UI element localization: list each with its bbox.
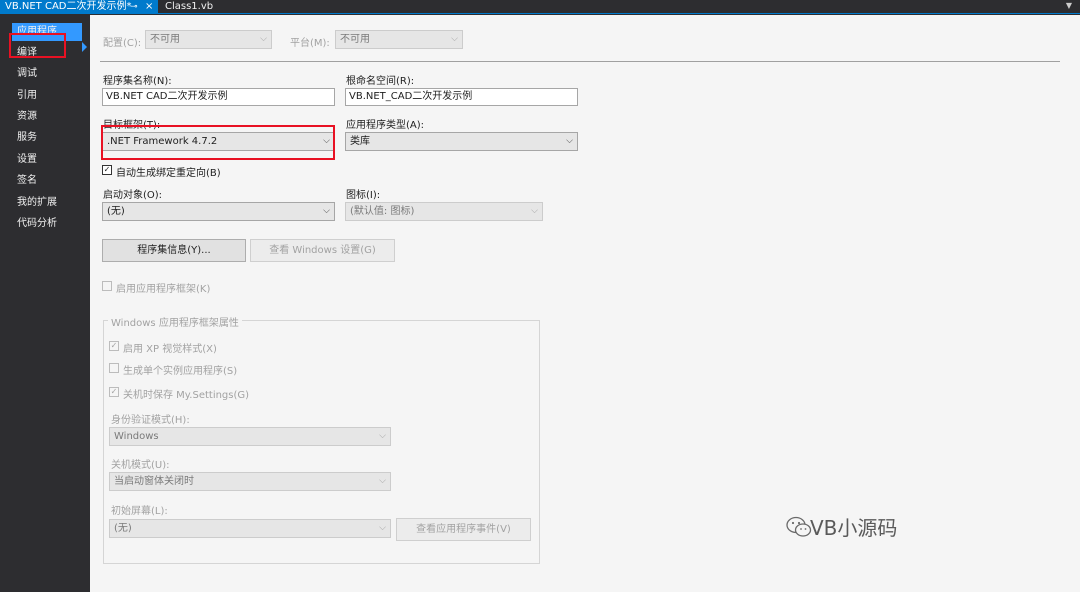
single-instance-checkbox — [109, 363, 119, 373]
startup-object-label: 启动对象(O): — [103, 190, 163, 201]
xp-styles-checkbox: ✓ — [109, 341, 119, 351]
chevron-down-icon: ⌵ — [260, 34, 267, 44]
platform-label: 平台(M): — [290, 38, 330, 49]
tab-dropdown-icon[interactable]: ▼ — [1066, 1, 1072, 10]
highlight-box-target-framework — [101, 125, 335, 160]
platform-select-value: 不可用 — [340, 34, 370, 45]
app-type-select[interactable]: 类库 ⌵ — [345, 132, 578, 151]
property-page-sidebar: 应用程序 编译 调试 引用 资源 服务 设置 签名 我的扩展 代码分析 — [0, 15, 90, 592]
tab-class1-label: Class1.vb — [165, 1, 214, 12]
sidebar-item-my-extensions[interactable]: 我的扩展 — [12, 194, 82, 212]
sidebar-item-references[interactable]: 引用 — [12, 87, 82, 105]
startup-object-value: (无) — [107, 206, 125, 217]
auth-mode-value: Windows — [114, 431, 159, 442]
shutdown-mode-value: 当启动窗体关闭时 — [114, 476, 194, 487]
view-app-events-button: 查看应用程序事件(V) — [396, 518, 531, 541]
chevron-down-icon: ⌵ — [379, 476, 386, 486]
save-settings-checkbox: ✓ — [109, 387, 119, 397]
single-instance-label: 生成单个实例应用程序(S) — [123, 366, 238, 377]
sidebar-item-label: 我的扩展 — [17, 197, 57, 208]
sidebar-item-code-analysis[interactable]: 代码分析 — [12, 215, 82, 233]
splash-screen-select: (无) ⌵ — [109, 519, 391, 538]
auth-mode-select: Windows ⌵ — [109, 427, 391, 446]
sidebar-item-label: 调试 — [17, 68, 37, 79]
sidebar-item-label: 服务 — [17, 132, 37, 143]
view-windows-settings-button: 查看 Windows 设置(G) — [250, 239, 395, 262]
config-select-value: 不可用 — [150, 34, 180, 45]
auth-mode-label: 身份验证模式(H): — [111, 415, 190, 426]
root-namespace-input[interactable]: VB.NET_CAD二次开发示例 — [345, 88, 578, 106]
icon-label: 图标(I): — [346, 190, 381, 201]
sidebar-item-debug[interactable]: 调试 — [12, 65, 82, 83]
divider — [100, 61, 1060, 62]
chevron-down-icon: ⌵ — [531, 206, 538, 216]
close-icon[interactable]: × — [145, 0, 153, 14]
sidebar-item-resources[interactable]: 资源 — [12, 108, 82, 126]
sidebar-item-label: 引用 — [17, 90, 37, 101]
tab-project-properties-label: VB.NET CAD二次开发示例* — [5, 1, 132, 12]
icon-select-value: (默认值: 图标) — [350, 206, 415, 217]
splash-screen-label: 初始屏幕(L): — [111, 506, 168, 517]
tab-class1[interactable]: Class1.vb — [160, 0, 213, 14]
shutdown-mode-label: 关机模式(U): — [111, 460, 170, 471]
config-select: 不可用 ⌵ — [145, 30, 272, 49]
save-settings-label: 关机时保存 My.Settings(G) — [123, 390, 250, 401]
assembly-name-label: 程序集名称(N): — [103, 76, 172, 87]
assembly-info-button[interactable]: 程序集信息(Y)... — [102, 239, 246, 262]
xp-styles-label: 启用 XP 视觉样式(X) — [123, 344, 217, 355]
app-type-label: 应用程序类型(A): — [346, 120, 425, 131]
chevron-down-icon: ⌵ — [379, 431, 386, 441]
icon-select: (默认值: 图标) ⌵ — [345, 202, 543, 221]
sidebar-item-label: 设置 — [17, 154, 37, 165]
platform-select: 不可用 ⌵ — [335, 30, 463, 49]
document-tab-bar: VB.NET CAD二次开发示例* ⊸ × Class1.vb ▼ — [0, 0, 1080, 14]
sidebar-item-services[interactable]: 服务 — [12, 129, 82, 147]
root-namespace-label: 根命名空间(R): — [346, 76, 415, 87]
auto-redirect-checkbox[interactable]: ✓ — [102, 165, 112, 175]
chevron-down-icon: ⌵ — [379, 523, 386, 533]
sidebar-item-settings[interactable]: 设置 — [12, 151, 82, 169]
groupbox-title: Windows 应用程序框架属性 — [108, 314, 242, 329]
pin-icon[interactable]: ⊸ — [130, 0, 138, 14]
startup-object-select[interactable]: (无) ⌵ — [102, 202, 335, 221]
sidebar-item-label: 资源 — [17, 111, 37, 122]
chevron-down-icon: ⌵ — [451, 34, 458, 44]
tab-project-properties[interactable]: VB.NET CAD二次开发示例* ⊸ × — [0, 0, 158, 14]
app-type-value: 类库 — [350, 136, 370, 147]
sidebar-item-label: 签名 — [17, 175, 37, 186]
enable-app-framework-checkbox — [102, 281, 112, 291]
auto-redirect-label: 自动生成绑定重定向(B) — [116, 168, 221, 179]
sidebar-item-signing[interactable]: 签名 — [12, 172, 82, 190]
watermark-text: VB小源码 — [810, 516, 898, 540]
chevron-down-icon: ⌵ — [323, 206, 330, 216]
shutdown-mode-select: 当启动窗体关闭时 ⌵ — [109, 472, 391, 491]
config-label: 配置(C): — [103, 38, 142, 49]
assembly-name-input[interactable]: VB.NET CAD二次开发示例 — [102, 88, 335, 106]
enable-app-framework-label: 启用应用程序框架(K) — [116, 284, 211, 295]
sidebar-item-label: 代码分析 — [17, 218, 57, 229]
chevron-down-icon: ⌵ — [566, 136, 573, 146]
application-properties-panel: 配置(C): 不可用 ⌵ 平台(M): 不可用 ⌵ 程序集名称(N): VB.NET… — [90, 15, 1080, 592]
selected-item-arrow — [82, 42, 87, 52]
wechat-icon — [786, 516, 812, 537]
highlight-box-sidebar — [9, 33, 66, 58]
splash-screen-value: (无) — [114, 523, 132, 534]
